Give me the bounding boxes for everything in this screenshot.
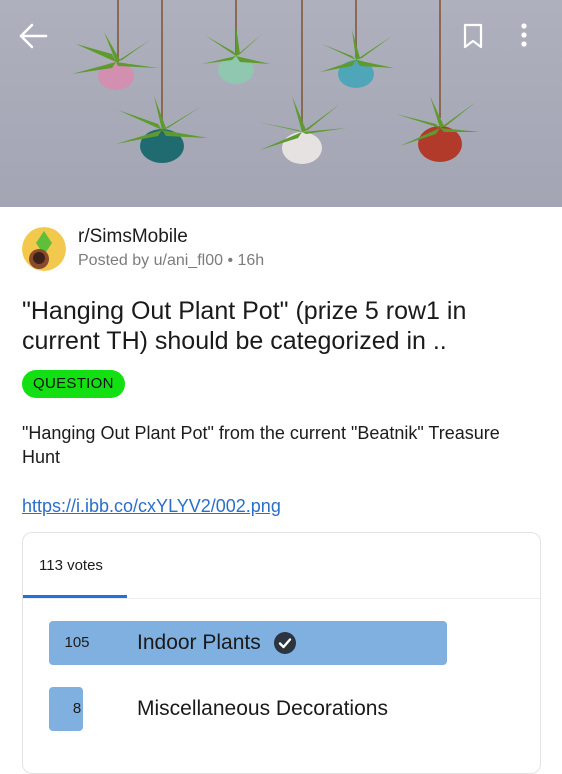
poll-votes-tab[interactable]: 113 votes — [39, 557, 103, 574]
arrow-left-icon — [19, 23, 48, 49]
post-header: r/SimsMobile Posted by u/ani_fl00 • 16h — [22, 226, 264, 272]
post-title: "Hanging Out Plant Pot" (prize 5 row1 in… — [22, 297, 467, 355]
post-image[interactable] — [0, 0, 562, 207]
bookmark-button[interactable] — [462, 22, 496, 58]
poll-option-label: Indoor Plants — [137, 631, 261, 654]
post-meta-block: r/SimsMobile Posted by u/ani_fl00 • 16h — [78, 226, 264, 272]
poll-card: 113 votes 105 Indoor Plants 8 Miscellane… — [22, 532, 541, 774]
bookmark-icon — [463, 23, 483, 49]
check-circle-icon — [273, 632, 296, 654]
post-author-time: Posted by u/ani_fl00 • 16h — [78, 252, 265, 269]
back-button[interactable] — [18, 22, 58, 58]
post-link[interactable]: https://i.ibb.co/cxYLYV2/002.png — [22, 494, 281, 518]
poll-option-count: 105 — [64, 634, 90, 651]
poll-option-2[interactable]: 8 Miscellaneous Decorations — [49, 687, 477, 731]
poll-divider — [23, 598, 540, 599]
poll-option-count: 8 — [72, 700, 82, 717]
sims-avatar-icon — [22, 227, 66, 271]
more-vertical-icon — [521, 23, 527, 47]
subreddit-name[interactable]: r/SimsMobile — [78, 226, 264, 248]
post-flair[interactable]: QUESTION — [22, 370, 125, 398]
poll-option-1[interactable]: 105 Indoor Plants — [49, 621, 477, 665]
poll-option-label: Miscellaneous Decorations — [137, 697, 388, 720]
more-options-button[interactable] — [520, 22, 548, 58]
poll-option-label-wrap: Miscellaneous Decorations — [137, 687, 388, 731]
poll-option-label-wrap: Indoor Plants — [137, 621, 297, 665]
post-body: "Hanging Out Plant Pot" from the current… — [22, 423, 500, 467]
subreddit-avatar[interactable] — [22, 227, 66, 271]
